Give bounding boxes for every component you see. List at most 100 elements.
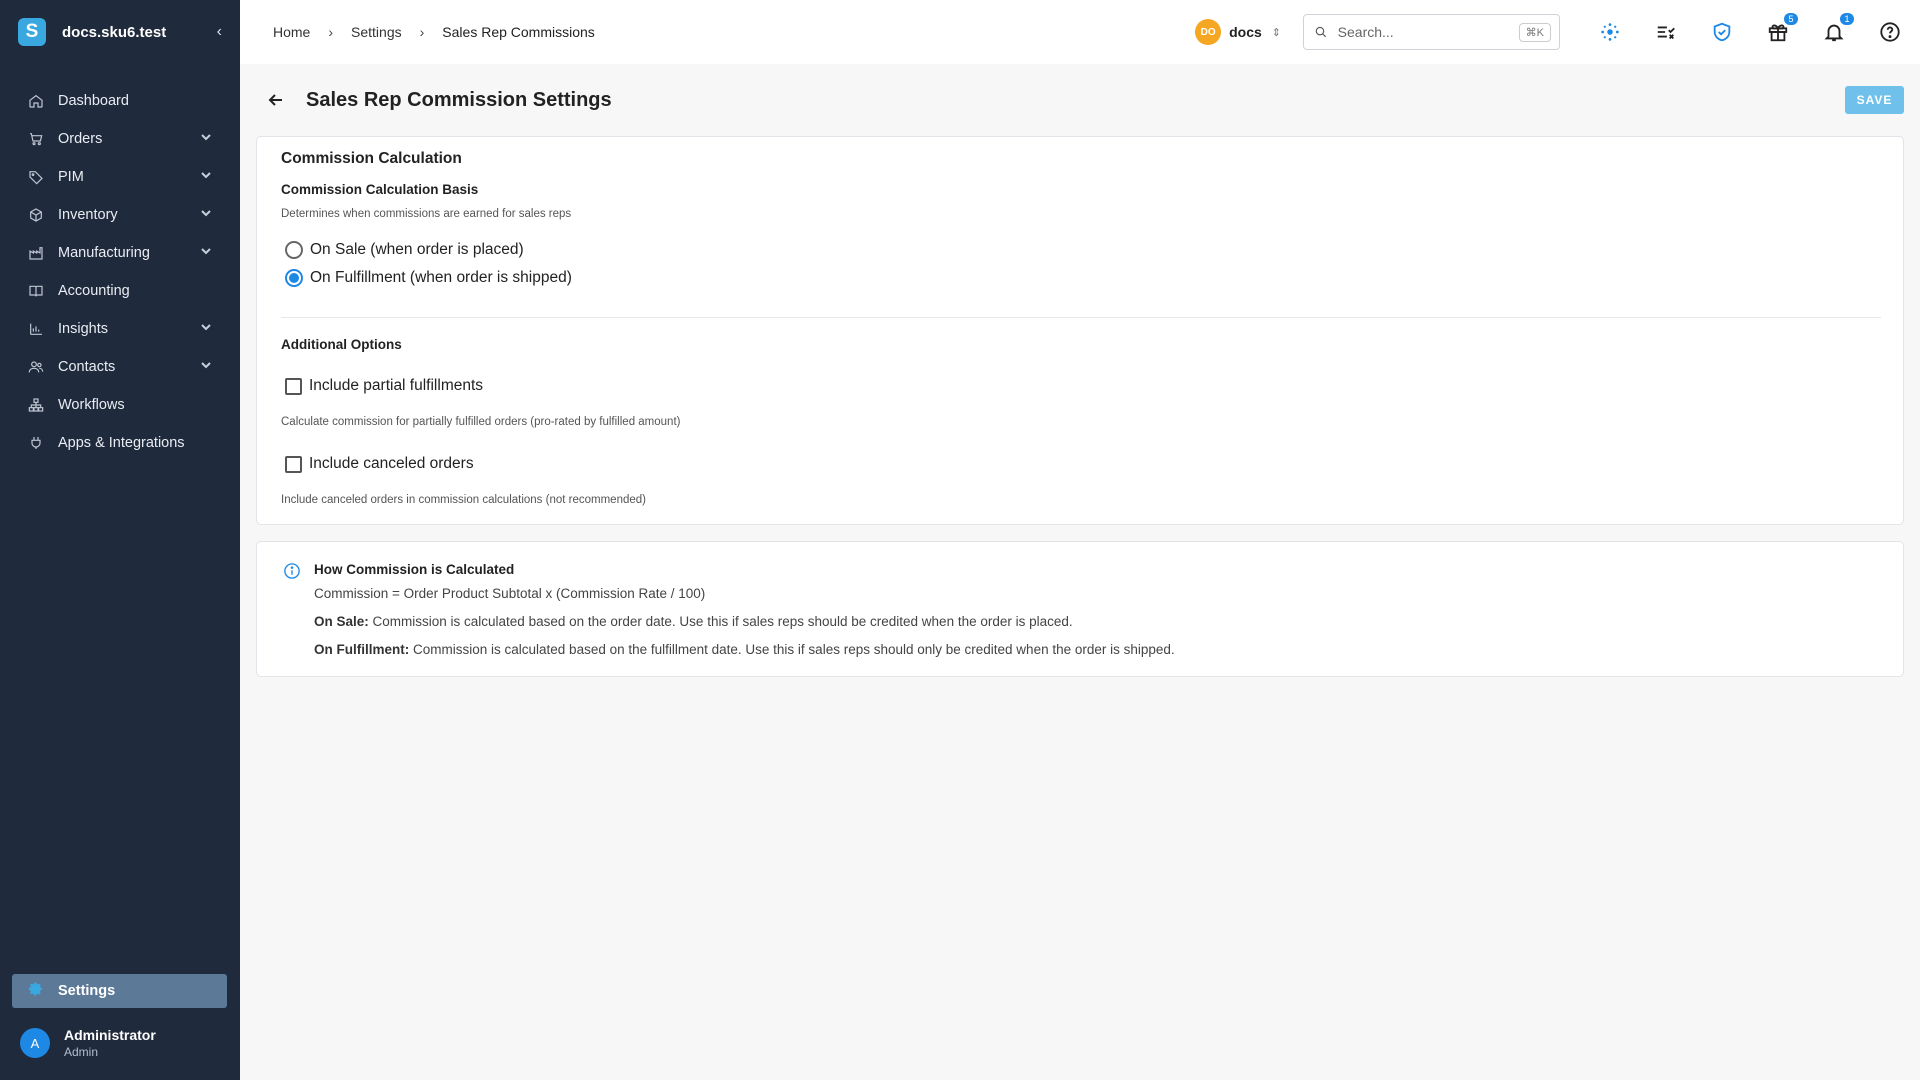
user-name: Administrator xyxy=(64,1027,156,1043)
org-name: docs xyxy=(1229,24,1262,40)
topbar: Home › Settings › Sales Rep Commissions … xyxy=(240,0,1920,64)
factory-icon xyxy=(28,245,44,261)
tag-icon xyxy=(28,169,44,185)
sidebar-item-label: Apps & Integrations xyxy=(58,435,185,451)
sidebar-item-insights[interactable]: Insights xyxy=(0,310,240,348)
radio-label: On Sale (when order is placed) xyxy=(310,241,524,258)
search-icon xyxy=(1315,26,1327,38)
info-on-fulfillment-text: Commission is calculated based on the fu… xyxy=(409,642,1175,657)
radio-button[interactable] xyxy=(285,241,303,259)
notification-badge: 1 xyxy=(1840,13,1854,25)
help-icon xyxy=(1880,22,1900,42)
chevron-down-icon[interactable] xyxy=(200,169,212,185)
user-role: Admin xyxy=(64,1045,99,1059)
org-switcher[interactable]: DO docs ⇕ xyxy=(1195,19,1281,45)
arrow-left-icon xyxy=(268,94,282,106)
page-title: Sales Rep Commission Settings xyxy=(306,88,612,111)
breadcrumb-separator: › xyxy=(328,24,334,40)
search-input[interactable] xyxy=(1337,24,1519,40)
sidebar-item-label: PIM xyxy=(58,169,84,185)
breadcrumb: Home › Settings › Sales Rep Commissions xyxy=(273,24,595,40)
hierarchy-icon xyxy=(28,397,44,413)
home-icon xyxy=(28,93,44,109)
back-button[interactable] xyxy=(268,90,288,110)
chevron-down-icon[interactable] xyxy=(200,131,212,147)
topbar-actions: DO docs ⇕ ⌘K 5 1 xyxy=(1195,0,1920,64)
canceled-help: Include canceled orders in commission ca… xyxy=(281,494,646,506)
commission-info-card: How Commission is Calculated Commission … xyxy=(256,541,1904,677)
plug-icon xyxy=(28,435,44,451)
breadcrumb-settings[interactable]: Settings xyxy=(351,24,402,40)
divider xyxy=(281,317,1881,318)
sidebar-item-apps-integrations[interactable]: Apps & Integrations xyxy=(0,424,240,462)
sidebar-item-orders[interactable]: Orders xyxy=(0,120,240,158)
info-on-sale-text: Commission is calculated based on the or… xyxy=(368,614,1073,629)
radio-label: On Fulfillment (when order is shipped) xyxy=(310,269,572,286)
help-button[interactable] xyxy=(1878,20,1902,44)
sidebar-item-settings[interactable]: Settings xyxy=(12,974,227,1008)
info-on-sale-label: On Sale: xyxy=(314,614,369,629)
unfold-icon: ⇕ xyxy=(1271,26,1281,39)
search-shortcut: ⌘K xyxy=(1518,22,1551,42)
partial-help: Calculate commission for partially fulfi… xyxy=(281,416,681,428)
breadcrumb-home[interactable]: Home xyxy=(273,24,310,40)
additional-options-label: Additional Options xyxy=(281,337,402,352)
chevron-down-icon[interactable] xyxy=(200,321,212,337)
brand-logo[interactable]: S xyxy=(18,18,46,46)
sidebar-item-pim[interactable]: PIM xyxy=(0,158,240,196)
info-title: How Commission is Calculated xyxy=(314,562,515,577)
bar-chart-icon xyxy=(28,321,44,337)
sidebar-item-label: Settings xyxy=(58,983,116,999)
checkbox-label: Include partial fulfillments xyxy=(309,377,484,394)
sidebar-item-label: Orders xyxy=(58,131,103,147)
chevron-down-icon[interactable] xyxy=(200,245,212,261)
sidebar-item-label: Contacts xyxy=(58,359,116,375)
security-button[interactable] xyxy=(1710,20,1734,44)
shield-icon xyxy=(1713,22,1731,42)
sidebar-item-inventory[interactable]: Inventory xyxy=(0,196,240,234)
tasks-button[interactable] xyxy=(1654,20,1678,44)
checkbox[interactable] xyxy=(285,377,302,395)
checkbox-partial-fulfillments[interactable]: Include partial fulfillments xyxy=(285,377,483,395)
sidebar-item-contacts[interactable]: Contacts xyxy=(0,348,240,386)
bell-icon xyxy=(1824,24,1844,42)
info-on-fulfillment: On Fulfillment: Commission is calculated… xyxy=(314,642,1175,657)
avatar: A xyxy=(20,1028,50,1058)
sidebar-item-label: Insights xyxy=(58,321,108,337)
gift-icon xyxy=(1768,24,1788,42)
gear-icon xyxy=(28,981,44,1001)
notifications-button[interactable]: 1 xyxy=(1822,13,1854,44)
people-icon xyxy=(28,359,44,375)
cart-icon xyxy=(28,131,44,147)
info-on-sale: On Sale: Commission is calculated based … xyxy=(314,614,1073,629)
radio-button-selected[interactable] xyxy=(285,269,303,287)
brand-name: docs.sku6.test xyxy=(62,23,167,41)
breadcrumb-separator: › xyxy=(419,24,425,40)
sidebar-item-label: Dashboard xyxy=(58,93,129,109)
sidebar-item-dashboard[interactable]: Dashboard xyxy=(0,82,240,120)
save-button[interactable]: SAVE xyxy=(1845,86,1904,114)
sidebar-item-label: Manufacturing xyxy=(58,245,150,261)
section-title: Commission Calculation xyxy=(281,150,462,167)
checkbox-canceled-orders[interactable]: Include canceled orders xyxy=(285,455,474,473)
user-profile[interactable]: A Administrator Admin xyxy=(20,1027,156,1059)
radio-on-fulfillment[interactable]: On Fulfillment (when order is shipped) xyxy=(285,269,572,287)
info-icon xyxy=(283,562,301,580)
sidebar-item-workflows[interactable]: Workflows xyxy=(0,386,240,424)
collapse-sidebar-button[interactable]: ‹ xyxy=(217,23,222,41)
chevron-down-icon[interactable] xyxy=(200,207,212,223)
sidebar-item-accounting[interactable]: Accounting xyxy=(0,272,240,310)
box-icon xyxy=(28,207,44,223)
checkbox[interactable] xyxy=(285,455,302,473)
ai-sparkle-button[interactable] xyxy=(1598,20,1622,44)
basis-help: Determines when commissions are earned f… xyxy=(281,208,572,220)
sidebar-item-manufacturing[interactable]: Manufacturing xyxy=(0,234,240,272)
chevron-down-icon[interactable] xyxy=(200,359,212,375)
search-box[interactable]: ⌘K xyxy=(1303,14,1560,50)
info-formula: Commission = Order Product Subtotal x (C… xyxy=(314,586,706,601)
whats-new-button[interactable]: 5 xyxy=(1766,13,1798,44)
sparkle-icon xyxy=(1601,23,1619,41)
radio-on-sale[interactable]: On Sale (when order is placed) xyxy=(285,241,524,259)
basis-label: Commission Calculation Basis xyxy=(281,182,479,197)
page-header: Sales Rep Commission Settings SAVE xyxy=(240,64,1920,136)
